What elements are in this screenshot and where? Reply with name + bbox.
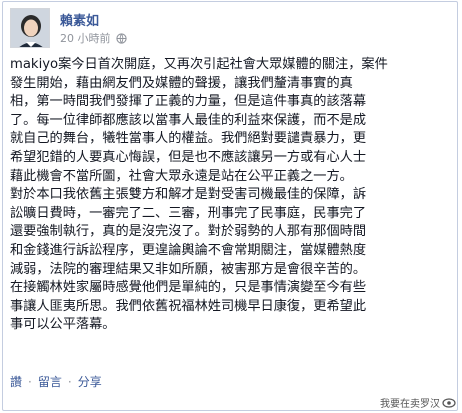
post-line: 發生開始，藉由網友們及媒體的聲援，讓我們釐清事實的真: [10, 75, 353, 91]
post-actions: 讚 · 留言 · 分享: [10, 373, 102, 390]
post-line: 對於本口我依舊主張雙方和解才是對受害司機最佳的保障，訴: [10, 187, 367, 203]
post-meta: 20 小時前: [60, 30, 127, 46]
post-line: 還要強制執行，真的是沒完沒了。對於弱勢的人那有那個時間: [10, 224, 367, 240]
watermark-text: 我要在卖罗汉: [380, 399, 440, 410]
post-line: makiyo案今日首次開庭，又再次引起社會大眾媒體的關注，案件: [10, 57, 388, 72]
profile-photo: [11, 9, 49, 47]
post-line: 事可以公平落幕。: [10, 317, 116, 333]
action-separator: ·: [28, 374, 32, 389]
post-line: 減弱，法院的審理結果又非如所願，被害那方是會很辛苦的。: [10, 261, 367, 277]
avatar[interactable]: [10, 8, 50, 48]
post-line: 了。每一位律師都應該以當事人最佳的利益來保護，而不是成: [10, 112, 367, 128]
eye-logo-icon: [442, 396, 456, 410]
timestamp-link[interactable]: 20 小時前: [60, 30, 111, 46]
post-line: 相，第一時間我們發揮了正義的力量，但是這件事真的該落幕: [10, 94, 367, 110]
like-button[interactable]: 讚: [10, 373, 22, 390]
share-button[interactable]: 分享: [78, 373, 102, 390]
comment-button[interactable]: 留言: [38, 373, 62, 390]
author-name[interactable]: 賴素如: [60, 10, 99, 29]
post-line: 希望犯錯的人要真心悔誤，但是也不應該讓另一方或有心人士: [10, 149, 367, 165]
post-line: 在接觸林姓家屬時感覺他們是單純的，只是事情演變至今有些: [10, 280, 367, 296]
post-line: 和金錢進行訴訟程序，更遑論輿論不會常期關注，當媒體熱度: [10, 242, 367, 258]
post-line: 事讓人匪夷所思。我們依舊祝福林姓司機早日康復，更希望此: [10, 298, 367, 314]
post-line: 就自己的舞台，犧牲當事人的權益。我們絕對要譴責暴力，更: [10, 131, 367, 147]
globe-icon: [115, 32, 127, 44]
post-line: 藉此機會不當所圖，社會大眾永遠是站在公平正義之一方。: [10, 168, 353, 184]
post-header: 賴素如 20 小時前: [10, 8, 430, 50]
action-separator: ·: [67, 374, 72, 389]
post-body: makiyo案今日首次開庭，又再次引起社會大眾媒體的關注，案件 發生開始，藉由網…: [10, 56, 446, 335]
watermark: 我要在卖罗汉: [380, 395, 456, 410]
post-line: 訟曠日費時，一審完了二、三審，刑事完了民事庭，民事完了: [10, 205, 367, 221]
